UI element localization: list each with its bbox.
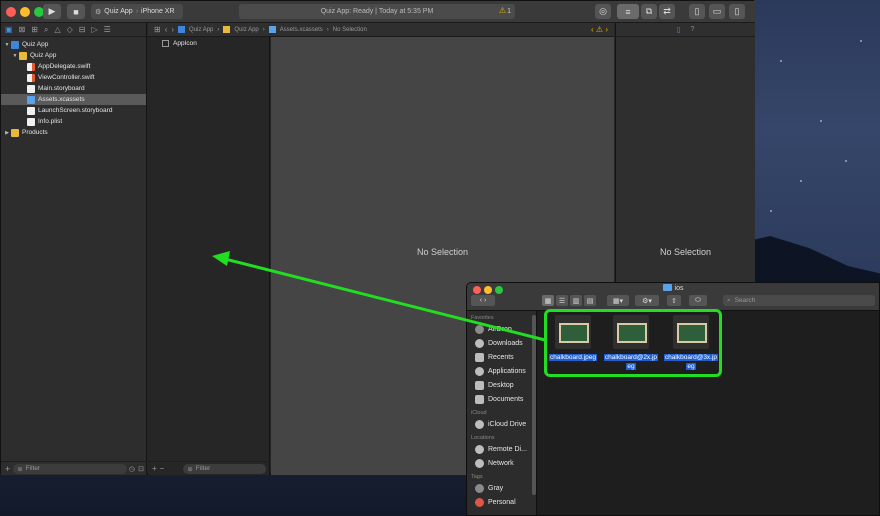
drag-arrow-head [212,251,230,266]
drag-arrow-line [224,257,546,342]
drag-arrow [212,251,546,342]
